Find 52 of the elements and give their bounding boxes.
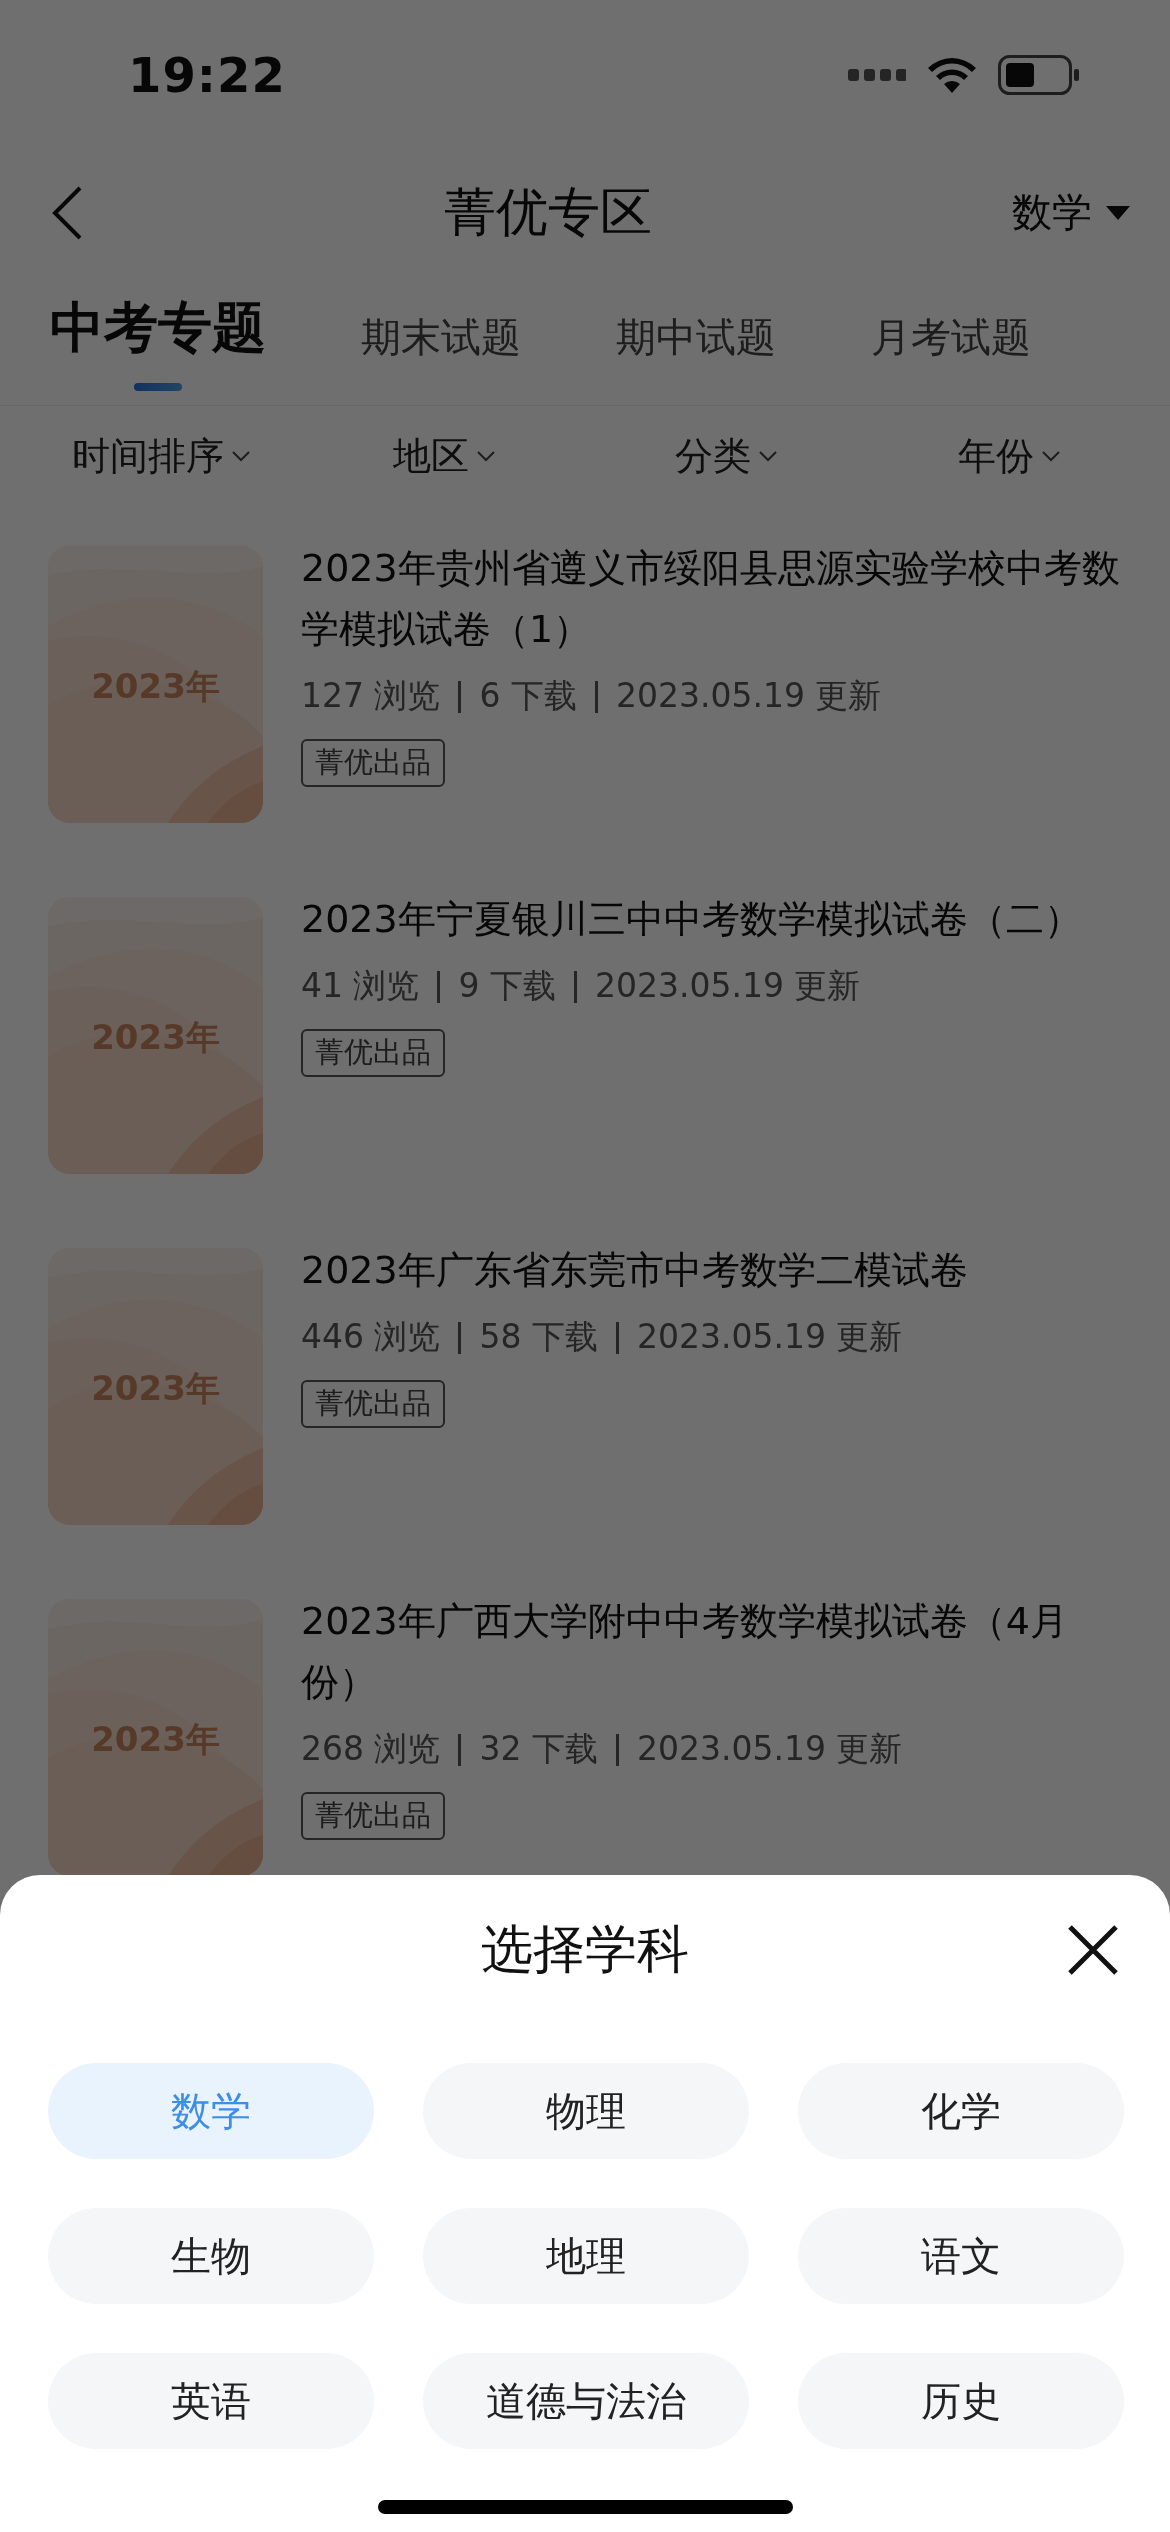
view-count: 127 浏览 — [301, 675, 441, 717]
update-date: 2023.05.19 更新 — [595, 965, 861, 1007]
download-count: 9 下载 — [458, 965, 556, 1007]
filter-dropdown[interactable]: 地区 — [302, 429, 585, 483]
view-count: 446 浏览 — [301, 1316, 441, 1358]
category-tab[interactable]: 月考试题 — [871, 310, 1031, 405]
battery-icon — [998, 55, 1080, 95]
source-tag: 菁优出品 — [301, 1380, 445, 1428]
subject-option[interactable]: 数学 — [48, 2063, 374, 2159]
wifi-icon — [928, 57, 976, 93]
signal-icon — [848, 69, 906, 81]
subject-option[interactable]: 英语 — [48, 2353, 374, 2449]
subject-option[interactable]: 物理 — [423, 2063, 749, 2159]
subject-option[interactable]: 语文 — [798, 2208, 1124, 2304]
subject-selector[interactable]: 数学 — [1012, 185, 1130, 240]
close-button[interactable] — [1066, 1923, 1120, 1977]
paper-title[interactable]: 2023年广东省东莞市中考数学二模试卷 — [301, 1240, 968, 1301]
chevron-down-icon — [476, 450, 495, 462]
source-tag: 菁优出品 — [301, 739, 445, 787]
chevron-down-icon — [232, 450, 251, 462]
subject-option[interactable]: 道德与法治 — [423, 2353, 749, 2449]
paper-title[interactable]: 2023年广西大学附中中考数学模拟试卷（4月份） — [301, 1591, 1122, 1713]
subject-option[interactable]: 生物 — [48, 2208, 374, 2304]
download-count: 32 下载 — [479, 1728, 598, 1770]
paper-title[interactable]: 2023年宁夏银川三中中考数学模拟试卷（二） — [301, 889, 1082, 950]
sheet-title: 选择学科 — [481, 1918, 689, 1981]
caret-icon — [1106, 205, 1130, 220]
view-count: 41 浏览 — [301, 965, 420, 1007]
status-time: 19:22 — [128, 47, 286, 103]
paper-title[interactable]: 2023年贵州省遵义市绥阳县思源实验学校中考数学模拟试卷（1） — [301, 538, 1122, 660]
filter-dropdown[interactable]: 分类 — [585, 429, 868, 483]
view-count: 268 浏览 — [301, 1728, 441, 1770]
subject-option[interactable]: 地理 — [423, 2208, 749, 2304]
download-count: 6 下载 — [479, 675, 577, 717]
category-tab[interactable]: 期末试题 — [361, 310, 521, 405]
chevron-down-icon — [759, 450, 778, 462]
update-date: 2023.05.19 更新 — [636, 1728, 903, 1770]
category-tab[interactable]: 中考专题 — [50, 292, 266, 405]
source-tag: 菁优出品 — [301, 1029, 445, 1077]
subject-option[interactable]: 历史 — [798, 2353, 1124, 2449]
source-tag: 菁优出品 — [301, 1792, 445, 1840]
category-tab[interactable]: 期中试题 — [616, 310, 776, 405]
filter-dropdown[interactable]: 时间排序 — [20, 429, 303, 483]
filter-dropdown[interactable]: 年份 — [867, 429, 1150, 483]
download-count: 58 下载 — [479, 1316, 598, 1358]
subject-option[interactable]: 化学 — [798, 2063, 1124, 2159]
chevron-down-icon — [1041, 450, 1060, 462]
update-date: 2023.05.19 更新 — [616, 675, 882, 717]
back-icon[interactable] — [50, 184, 84, 241]
page-title: 菁优专区 — [444, 180, 652, 244]
update-date: 2023.05.19 更新 — [636, 1316, 903, 1358]
tab-indicator — [134, 383, 182, 391]
